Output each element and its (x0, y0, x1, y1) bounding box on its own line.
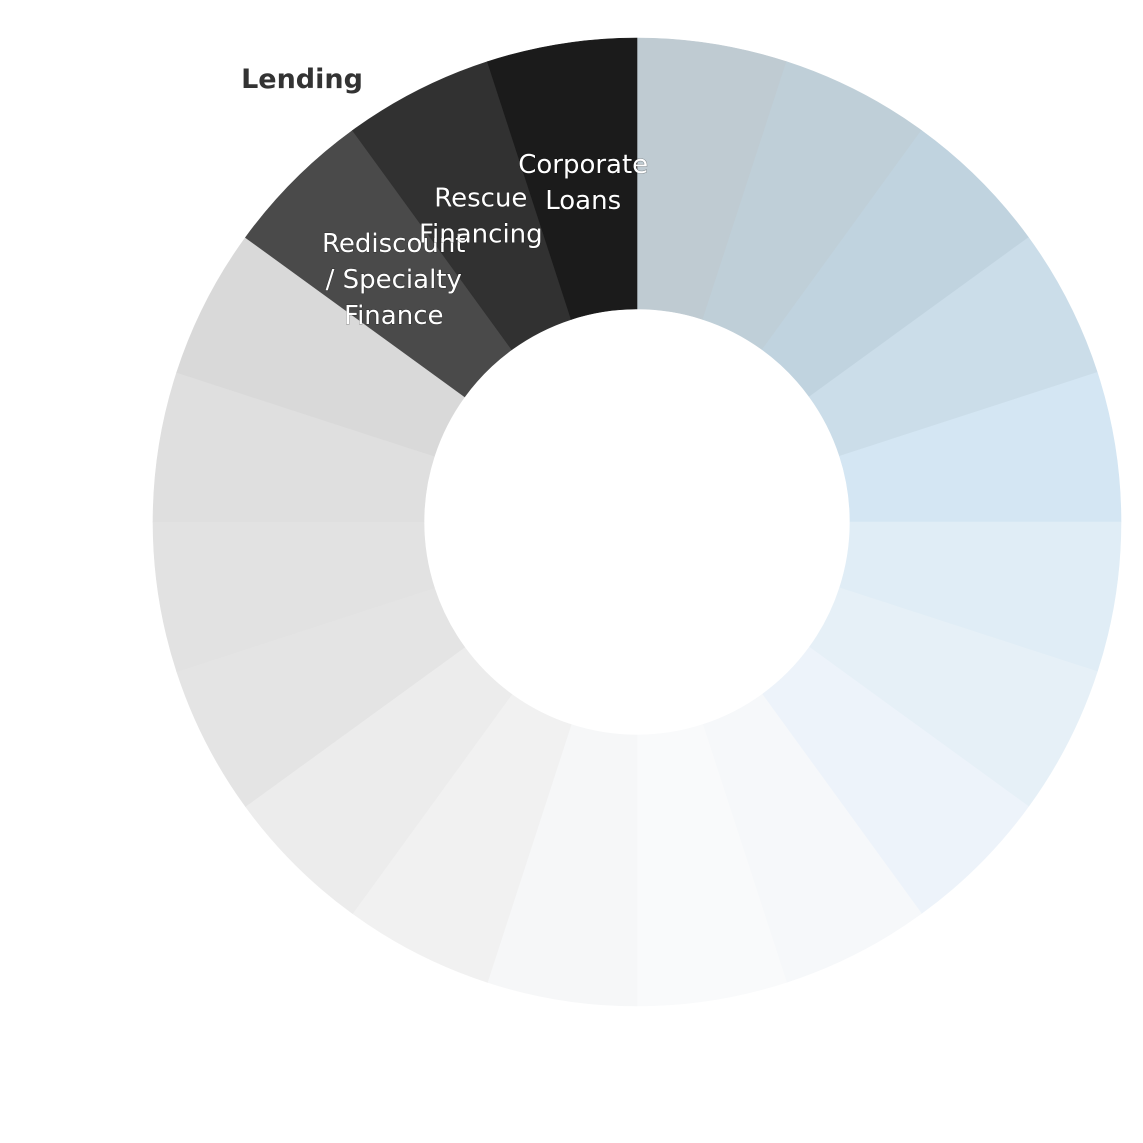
donut-chart: Rediscount / Specialty FinanceRescue Financ… (152, 37, 1122, 1007)
segment-label-line: Corporate (518, 150, 648, 180)
segments-layer (152, 37, 1122, 1007)
group-label-lending: Lending (241, 64, 363, 95)
segment-label-line: / Specialty (326, 265, 462, 295)
segment-label-line: Rescue (434, 183, 527, 213)
segment-label-line: Loans (545, 186, 621, 216)
segment-label-line: Finance (344, 301, 443, 331)
segment-label-line: Financing (419, 219, 543, 249)
